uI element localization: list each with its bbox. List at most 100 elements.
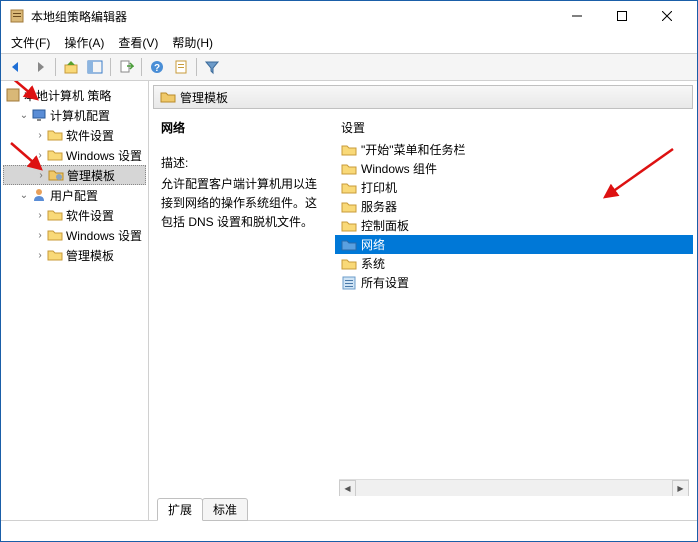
expand-icon[interactable]: ⌄ bbox=[17, 108, 31, 122]
all-settings-icon bbox=[341, 275, 357, 291]
content-header: 管理模板 bbox=[153, 85, 693, 109]
folder-icon bbox=[160, 89, 176, 105]
tree-label: 管理模板 bbox=[66, 247, 114, 264]
horizontal-scrollbar[interactable]: ◀ ▶ bbox=[339, 479, 689, 496]
app-icon bbox=[9, 8, 25, 24]
properties-button[interactable] bbox=[170, 56, 192, 78]
settings-item[interactable]: 控制面板 bbox=[335, 216, 693, 235]
folder-icon bbox=[48, 167, 64, 183]
menu-help[interactable]: 帮助(H) bbox=[166, 32, 219, 53]
folder-icon bbox=[341, 161, 357, 177]
description-label: 描述: bbox=[161, 154, 327, 171]
content-panel: 管理模板 网络 描述: 允许配置客户端计算机用以连接到网络的操作系统组件。这包括… bbox=[149, 81, 697, 520]
tree-label: Windows 设置 bbox=[66, 147, 142, 164]
toolbar-separator bbox=[196, 58, 197, 76]
expand-icon[interactable]: › bbox=[33, 248, 47, 262]
show-hide-tree-button[interactable] bbox=[84, 56, 106, 78]
forward-button[interactable] bbox=[29, 56, 51, 78]
tree-admin-templates[interactable]: › 管理模板 bbox=[3, 165, 146, 185]
window-title: 本地组策略编辑器 bbox=[31, 8, 554, 25]
tree-software-settings[interactable]: › 软件设置 bbox=[3, 205, 146, 225]
folder-icon bbox=[47, 207, 63, 223]
menu-view[interactable]: 查看(V) bbox=[112, 32, 164, 53]
expand-icon[interactable]: › bbox=[33, 148, 47, 162]
content-body: 网络 描述: 允许配置客户端计算机用以连接到网络的操作系统组件。这包括 DNS … bbox=[153, 109, 693, 496]
scroll-right-button[interactable]: ▶ bbox=[672, 480, 689, 497]
tree-windows-settings[interactable]: › Windows 设置 bbox=[3, 225, 146, 245]
expand-icon[interactable]: › bbox=[33, 208, 47, 222]
item-label: Windows 组件 bbox=[361, 160, 437, 177]
close-button[interactable] bbox=[644, 2, 689, 30]
tab-extended[interactable]: 扩展 bbox=[157, 498, 203, 521]
item-label: 控制面板 bbox=[361, 217, 409, 234]
expand-icon[interactable]: › bbox=[33, 228, 47, 242]
help-button[interactable]: ? bbox=[146, 56, 168, 78]
folder-icon bbox=[341, 256, 357, 272]
menubar: 文件(F) 操作(A) 查看(V) 帮助(H) bbox=[1, 31, 697, 53]
settings-item[interactable]: 服务器 bbox=[335, 197, 693, 216]
toolbar-separator bbox=[55, 58, 56, 76]
settings-item[interactable]: 打印机 bbox=[335, 178, 693, 197]
tree-windows-settings[interactable]: › Windows 设置 bbox=[3, 145, 146, 165]
folder-icon bbox=[341, 237, 357, 253]
statusbar bbox=[1, 521, 697, 541]
settings-list[interactable]: "开始"菜单和任务栏 Windows 组件打印机服务器控制面板网络系统所有设置 bbox=[335, 140, 693, 479]
tree-user-config[interactable]: ⌄ 用户配置 bbox=[3, 185, 146, 205]
tree-label: Windows 设置 bbox=[66, 227, 142, 244]
toolbar-separator bbox=[141, 58, 142, 76]
folder-icon bbox=[341, 218, 357, 234]
selected-item-title: 网络 bbox=[161, 119, 327, 136]
folder-icon bbox=[47, 227, 63, 243]
description-text: 允许配置客户端计算机用以连接到网络的操作系统组件。这包括 DNS 设置和脱机文件… bbox=[161, 175, 327, 233]
tree-label: 软件设置 bbox=[66, 127, 114, 144]
menu-action[interactable]: 操作(A) bbox=[58, 32, 110, 53]
tree-label: 软件设置 bbox=[66, 207, 114, 224]
tabs: 扩展 标准 bbox=[149, 498, 697, 520]
tree-label: 计算机配置 bbox=[50, 107, 110, 124]
scroll-track[interactable] bbox=[356, 480, 672, 497]
tree-panel[interactable]: 本地计算机 策略 ⌄ 计算机配置 › 软件设置 › Windows 设置 › 管… bbox=[1, 81, 149, 520]
tree-computer-config[interactable]: ⌄ 计算机配置 bbox=[3, 105, 146, 125]
folder-icon bbox=[47, 147, 63, 163]
tree-label: 用户配置 bbox=[50, 187, 98, 204]
settings-item[interactable]: 网络 bbox=[335, 235, 693, 254]
tree-root[interactable]: 本地计算机 策略 bbox=[3, 85, 146, 105]
maximize-button[interactable] bbox=[599, 2, 644, 30]
tree-software-settings[interactable]: › 软件设置 bbox=[3, 125, 146, 145]
user-icon bbox=[31, 187, 47, 203]
details-column: 网络 描述: 允许配置客户端计算机用以连接到网络的操作系统组件。这包括 DNS … bbox=[153, 109, 335, 496]
folder-icon bbox=[341, 142, 357, 158]
item-label: "开始"菜单和任务栏 bbox=[361, 141, 466, 158]
settings-column: 设置 "开始"菜单和任务栏 Windows 组件打印机服务器控制面板网络系统所有设… bbox=[335, 109, 693, 496]
toolbar: ? bbox=[1, 53, 697, 81]
tab-standard[interactable]: 标准 bbox=[202, 498, 248, 521]
tree-admin-templates[interactable]: › 管理模板 bbox=[3, 245, 146, 265]
filter-button[interactable] bbox=[201, 56, 223, 78]
item-label: 打印机 bbox=[361, 179, 397, 196]
menu-file[interactable]: 文件(F) bbox=[5, 32, 56, 53]
settings-item[interactable]: 所有设置 bbox=[335, 273, 693, 292]
expand-icon[interactable]: › bbox=[34, 168, 48, 182]
item-label: 所有设置 bbox=[361, 274, 409, 291]
expand-icon[interactable]: › bbox=[33, 128, 47, 142]
back-button[interactable] bbox=[5, 56, 27, 78]
toolbar-separator bbox=[110, 58, 111, 76]
expand-icon[interactable]: ⌄ bbox=[17, 188, 31, 202]
up-button[interactable] bbox=[60, 56, 82, 78]
folder-icon bbox=[47, 127, 63, 143]
minimize-button[interactable] bbox=[554, 2, 599, 30]
tree-label: 管理模板 bbox=[67, 167, 115, 184]
settings-column-header[interactable]: 设置 bbox=[335, 119, 693, 136]
body: 本地计算机 策略 ⌄ 计算机配置 › 软件设置 › Windows 设置 › 管… bbox=[1, 81, 697, 521]
scroll-left-button[interactable]: ◀ bbox=[339, 480, 356, 497]
folder-icon bbox=[47, 247, 63, 263]
export-button[interactable] bbox=[115, 56, 137, 78]
svg-text:?: ? bbox=[154, 63, 160, 74]
settings-item[interactable]: 系统 bbox=[335, 254, 693, 273]
window-controls bbox=[554, 2, 689, 30]
folder-icon bbox=[341, 199, 357, 215]
settings-item[interactable]: "开始"菜单和任务栏 bbox=[335, 140, 693, 159]
settings-item[interactable]: Windows 组件 bbox=[335, 159, 693, 178]
computer-icon bbox=[31, 107, 47, 123]
item-label: 服务器 bbox=[361, 198, 397, 215]
